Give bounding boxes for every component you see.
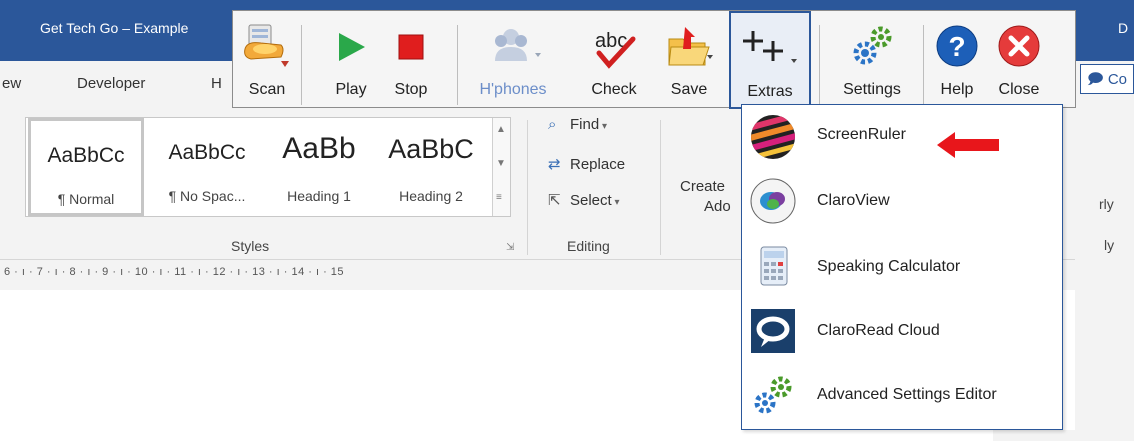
check-label: Check — [591, 81, 637, 98]
settings-label: Settings — [843, 81, 901, 98]
styles-dialog-launcher-icon[interactable]: ⇲ — [506, 242, 514, 253]
help-button[interactable]: ? Help — [929, 11, 985, 109]
extras-button[interactable]: Extras — [729, 11, 811, 109]
replace-button[interactable]: ⇄ Replace — [548, 155, 625, 173]
claroview-icon — [747, 175, 799, 227]
calculator-icon — [747, 241, 799, 293]
panel-edge — [993, 430, 1134, 441]
menu-item-advanced-settings-editor[interactable]: Advanced Settings Editor — [742, 363, 1062, 427]
replace-icon: ⇄ — [548, 156, 561, 173]
headphones-icon — [471, 19, 555, 73]
gallery-up-icon[interactable]: ▲ — [496, 124, 506, 135]
tab-view[interactable]: ew — [2, 75, 21, 92]
tab-developer[interactable]: Developer — [77, 75, 145, 92]
cloud-speech-icon — [747, 305, 799, 357]
stop-label: Stop — [394, 81, 428, 98]
style-name: Heading 2 — [399, 188, 463, 204]
create-label[interactable]: Create — [680, 178, 725, 195]
select-button[interactable]: ⇱ Select ▾ — [548, 191, 620, 209]
svg-text:?: ? — [948, 31, 965, 62]
divider — [819, 25, 820, 105]
extras-plus-icon — [731, 21, 809, 75]
style-no-spacing[interactable]: AaBbCc ¶ No Spac... — [147, 118, 267, 216]
scan-button[interactable]: Scan — [237, 11, 297, 109]
magnifier-icon: ⌕ — [548, 116, 557, 133]
close-button[interactable]: Close — [987, 11, 1051, 109]
stop-button[interactable]: Stop — [383, 11, 439, 109]
ruler-ticks: 6 · ı · 7 · ı · 8 · ı · 9 · ı · 10 · ı ·… — [4, 266, 345, 278]
gallery-scrollbar[interactable]: ▲ ▼ ≡ — [492, 118, 510, 216]
play-label: Play — [335, 81, 367, 98]
screenruler-icon — [747, 111, 799, 163]
find-label: Find — [570, 116, 600, 133]
scanner-icon — [237, 19, 297, 73]
style-heading-2[interactable]: AaBbC Heading 2 — [372, 118, 490, 216]
pointer-icon: ⇱ — [548, 192, 561, 209]
style-sample: AaBbC — [388, 134, 474, 164]
divider — [660, 120, 661, 255]
style-normal[interactable]: AaBbCc ¶ Normal — [28, 118, 144, 216]
save-label: Save — [670, 81, 708, 98]
divider — [527, 120, 528, 255]
check-button[interactable]: abc Check — [583, 11, 645, 109]
style-name: ¶ No Spac... — [168, 188, 246, 204]
headphones-label: H'phones — [479, 81, 547, 98]
stop-icon — [383, 19, 439, 73]
menu-item-speaking-calculator[interactable]: Speaking Calculator — [742, 235, 1062, 299]
style-name: ¶ Normal — [57, 191, 115, 207]
divider — [457, 25, 458, 105]
help-icon: ? — [929, 19, 985, 73]
menu-item-label: ClaroView — [817, 192, 890, 209]
styles-group-label: Styles — [231, 238, 270, 254]
settings-button[interactable]: Settings — [831, 11, 913, 109]
comments-button[interactable]: 🗩 Co — [1080, 64, 1134, 94]
editing-group-label: Editing — [567, 238, 610, 254]
arrow-left-icon — [937, 132, 999, 158]
style-heading-1[interactable]: AaBb Heading 1 — [264, 118, 374, 216]
comment-icon: 🗩 — [1087, 71, 1104, 88]
gallery-more-icon[interactable]: ≡ — [496, 192, 502, 203]
close-icon — [987, 19, 1051, 73]
style-sample: AaBb — [282, 132, 356, 165]
style-name: Heading 1 — [287, 188, 351, 204]
comments-label: Co — [1107, 71, 1128, 88]
play-button[interactable]: Play — [325, 11, 377, 109]
select-label: Select — [570, 192, 612, 209]
menu-item-label: ScreenRuler — [817, 126, 906, 143]
menu-item-claroread-cloud[interactable]: ClaroRead Cloud — [742, 299, 1062, 363]
menu-item-screenruler[interactable]: ScreenRuler — [742, 105, 1062, 169]
save-button[interactable]: Save — [661, 11, 717, 109]
gears-icon — [747, 369, 799, 421]
save-folder-icon — [661, 19, 717, 73]
help-label: Help — [940, 81, 974, 98]
menu-item-label: ClaroRead Cloud — [817, 322, 940, 339]
divider — [301, 25, 302, 105]
tab-help[interactable]: H — [211, 75, 222, 92]
divider — [923, 25, 924, 105]
find-button[interactable]: ⌕ Find ▾ — [548, 116, 607, 133]
window-title: Get Tech Go – Example — [40, 20, 189, 36]
menu-item-label: Advanced Settings Editor — [817, 386, 997, 403]
replace-label: Replace — [570, 156, 626, 173]
partial-text: ly — [1104, 237, 1115, 253]
scan-label: Scan — [248, 81, 286, 98]
style-sample: AaBbCc — [168, 141, 246, 164]
style-sample: AaBbCc — [47, 144, 125, 167]
headphones-button[interactable]: H'phones — [471, 11, 555, 109]
styles-gallery: AaBbCc ¶ Normal AaBbCc ¶ No Spac... AaBb… — [25, 117, 511, 217]
claro-toolbar: Scan Play Stop H'phones abc Check Save E… — [232, 10, 1076, 109]
spellcheck-icon: abc — [583, 19, 645, 73]
create-label-line2: Ado — [704, 198, 731, 215]
play-icon — [325, 19, 377, 73]
window-title-edge-char: D — [1118, 20, 1129, 36]
gallery-down-icon[interactable]: ▼ — [496, 158, 506, 169]
gears-icon — [831, 19, 913, 73]
partial-text: rly — [1099, 196, 1114, 212]
close-label: Close — [998, 81, 1040, 98]
menu-item-label: Speaking Calculator — [817, 258, 961, 275]
menu-item-claroview[interactable]: ClaroView — [742, 169, 1062, 233]
extras-menu: ScreenRuler ClaroView Speaking Calculato… — [741, 104, 1063, 430]
extras-label: Extras — [747, 83, 793, 100]
